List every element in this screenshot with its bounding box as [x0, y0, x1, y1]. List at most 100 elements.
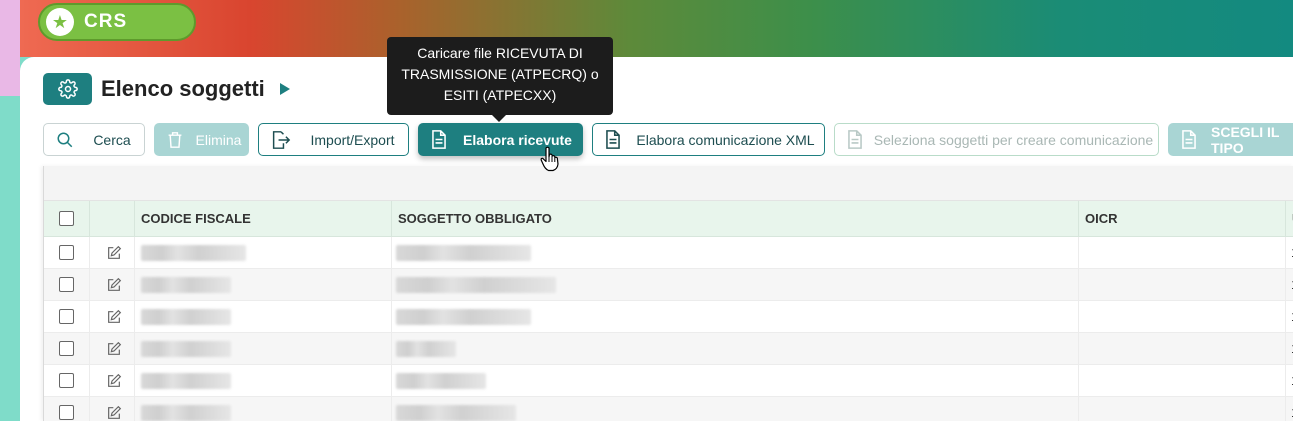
soggetto-cell: [392, 365, 1079, 396]
hand-cursor-icon: [540, 146, 559, 172]
oicr-cell: [1079, 397, 1286, 421]
select-subjects-button[interactable]: Seleziona soggetti per creare comunicazi…: [834, 123, 1159, 156]
search-icon: [56, 131, 74, 149]
row-select-cell: [44, 301, 90, 332]
table-header: CODICE FISCALE SOGGETTO OBBLIGATO OICR U: [44, 201, 1293, 237]
redacted-value: [141, 308, 231, 325]
oicr-cell: [1079, 269, 1286, 300]
codice-fiscale-cell: [135, 333, 392, 364]
extra-cell: 1: [1286, 333, 1293, 364]
redacted-value: [396, 276, 556, 293]
redacted-value: [396, 404, 516, 421]
document-icon: [605, 130, 621, 149]
table-row[interactable]: 1: [44, 237, 1293, 269]
document-icon: [847, 130, 863, 149]
row-checkbox[interactable]: [59, 245, 74, 260]
row-edit-cell: [90, 397, 135, 421]
row-checkbox[interactable]: [59, 341, 74, 356]
document-icon: [431, 130, 447, 149]
soggetto-cell: [392, 269, 1079, 300]
tooltip-line: TRASMISSIONE (ATPECRQ) o: [401, 66, 599, 82]
page-title: Elenco soggetti: [101, 76, 265, 101]
codice-fiscale-cell: [135, 365, 392, 396]
table-row[interactable]: 1: [44, 333, 1293, 365]
redacted-value: [141, 244, 246, 261]
edit-icon[interactable]: [106, 245, 122, 261]
star-icon: ★: [46, 8, 74, 36]
oicr-cell: [1079, 237, 1286, 268]
process-xml-label: Elabora comunicazione XML: [636, 131, 815, 148]
import-export-button[interactable]: Import/Export: [258, 123, 409, 156]
row-checkbox[interactable]: [59, 405, 74, 420]
tooltip: Caricare file RICEVUTA DI TRASMISSIONE (…: [387, 37, 613, 115]
expand-arrow-icon[interactable]: [279, 82, 291, 96]
redacted-value: [396, 372, 486, 389]
app-name: CRS: [84, 11, 128, 32]
header-spacer: [90, 201, 135, 236]
edit-icon[interactable]: [106, 277, 122, 293]
top-banner: [20, 0, 1293, 57]
extra-cell: 1: [1286, 365, 1293, 396]
redacted-value: [141, 340, 231, 357]
left-edge-strip: [0, 0, 20, 96]
column-oicr[interactable]: OICR: [1079, 201, 1286, 236]
extra-cell: 1: [1286, 269, 1293, 300]
subjects-table: CODICE FISCALE SOGGETTO OBBLIGATO OICR U…: [43, 166, 1293, 421]
trash-icon: [167, 131, 183, 149]
oicr-cell: [1079, 365, 1286, 396]
delete-button-label: Elimina: [195, 131, 242, 148]
column-extra[interactable]: U: [1286, 201, 1293, 236]
left-edge-strip-lower: [0, 96, 20, 421]
edit-icon[interactable]: [106, 341, 122, 357]
row-select-cell: [44, 237, 90, 268]
row-checkbox[interactable]: [59, 277, 74, 292]
codice-fiscale-cell: [135, 269, 392, 300]
process-xml-button[interactable]: Elabora comunicazione XML: [592, 123, 825, 156]
extra-cell: 1: [1286, 397, 1293, 421]
row-checkbox[interactable]: [59, 309, 74, 324]
table-row[interactable]: 1: [44, 365, 1293, 397]
row-edit-cell: [90, 269, 135, 300]
gear-icon: [57, 79, 78, 99]
select-all-cell: [44, 201, 90, 236]
row-select-cell: [44, 397, 90, 421]
tooltip-line: Caricare file RICEVUTA DI: [417, 45, 583, 61]
edit-icon[interactable]: [106, 405, 122, 421]
search-button-label: Cerca: [93, 131, 131, 148]
document-icon: [1181, 130, 1197, 149]
tooltip-arrow: [491, 114, 507, 122]
redacted-value: [396, 308, 531, 325]
table-row[interactable]: 1: [44, 397, 1293, 421]
edit-icon[interactable]: [106, 309, 122, 325]
import-export-label: Import/Export: [310, 131, 395, 148]
table-row[interactable]: 1: [44, 269, 1293, 301]
row-checkbox[interactable]: [59, 373, 74, 388]
row-select-cell: [44, 333, 90, 364]
codice-fiscale-cell: [135, 237, 392, 268]
soggetto-cell: [392, 237, 1079, 268]
oicr-cell: [1079, 333, 1286, 364]
settings-button[interactable]: [43, 73, 92, 105]
redacted-value: [141, 404, 231, 421]
select-subjects-label: Seleziona soggetti per creare comunicazi…: [873, 131, 1154, 148]
table-row[interactable]: 1: [44, 301, 1293, 333]
redacted-value: [396, 340, 456, 357]
select-all-checkbox[interactable]: [59, 211, 74, 226]
codice-fiscale-cell: [135, 301, 392, 332]
column-soggetto-obbligato[interactable]: SOGGETTO OBBLIGATO: [392, 201, 1079, 236]
file-export-icon: [271, 130, 291, 149]
oicr-cell: [1079, 301, 1286, 332]
choose-type-button[interactable]: SCEGLI IL TIPO: [1168, 123, 1293, 156]
edit-icon[interactable]: [106, 373, 122, 389]
column-codice-fiscale[interactable]: CODICE FISCALE: [135, 201, 392, 236]
extra-cell: 1: [1286, 301, 1293, 332]
search-button[interactable]: Cerca: [43, 123, 145, 156]
redacted-value: [141, 276, 231, 293]
delete-button[interactable]: Elimina: [154, 123, 249, 156]
extra-cell: 1: [1286, 237, 1293, 268]
choose-type-label: SCEGLI IL TIPO: [1211, 123, 1280, 156]
redacted-value: [141, 372, 231, 389]
app-logo[interactable]: ★ CRS: [38, 3, 196, 41]
row-edit-cell: [90, 301, 135, 332]
row-edit-cell: [90, 333, 135, 364]
